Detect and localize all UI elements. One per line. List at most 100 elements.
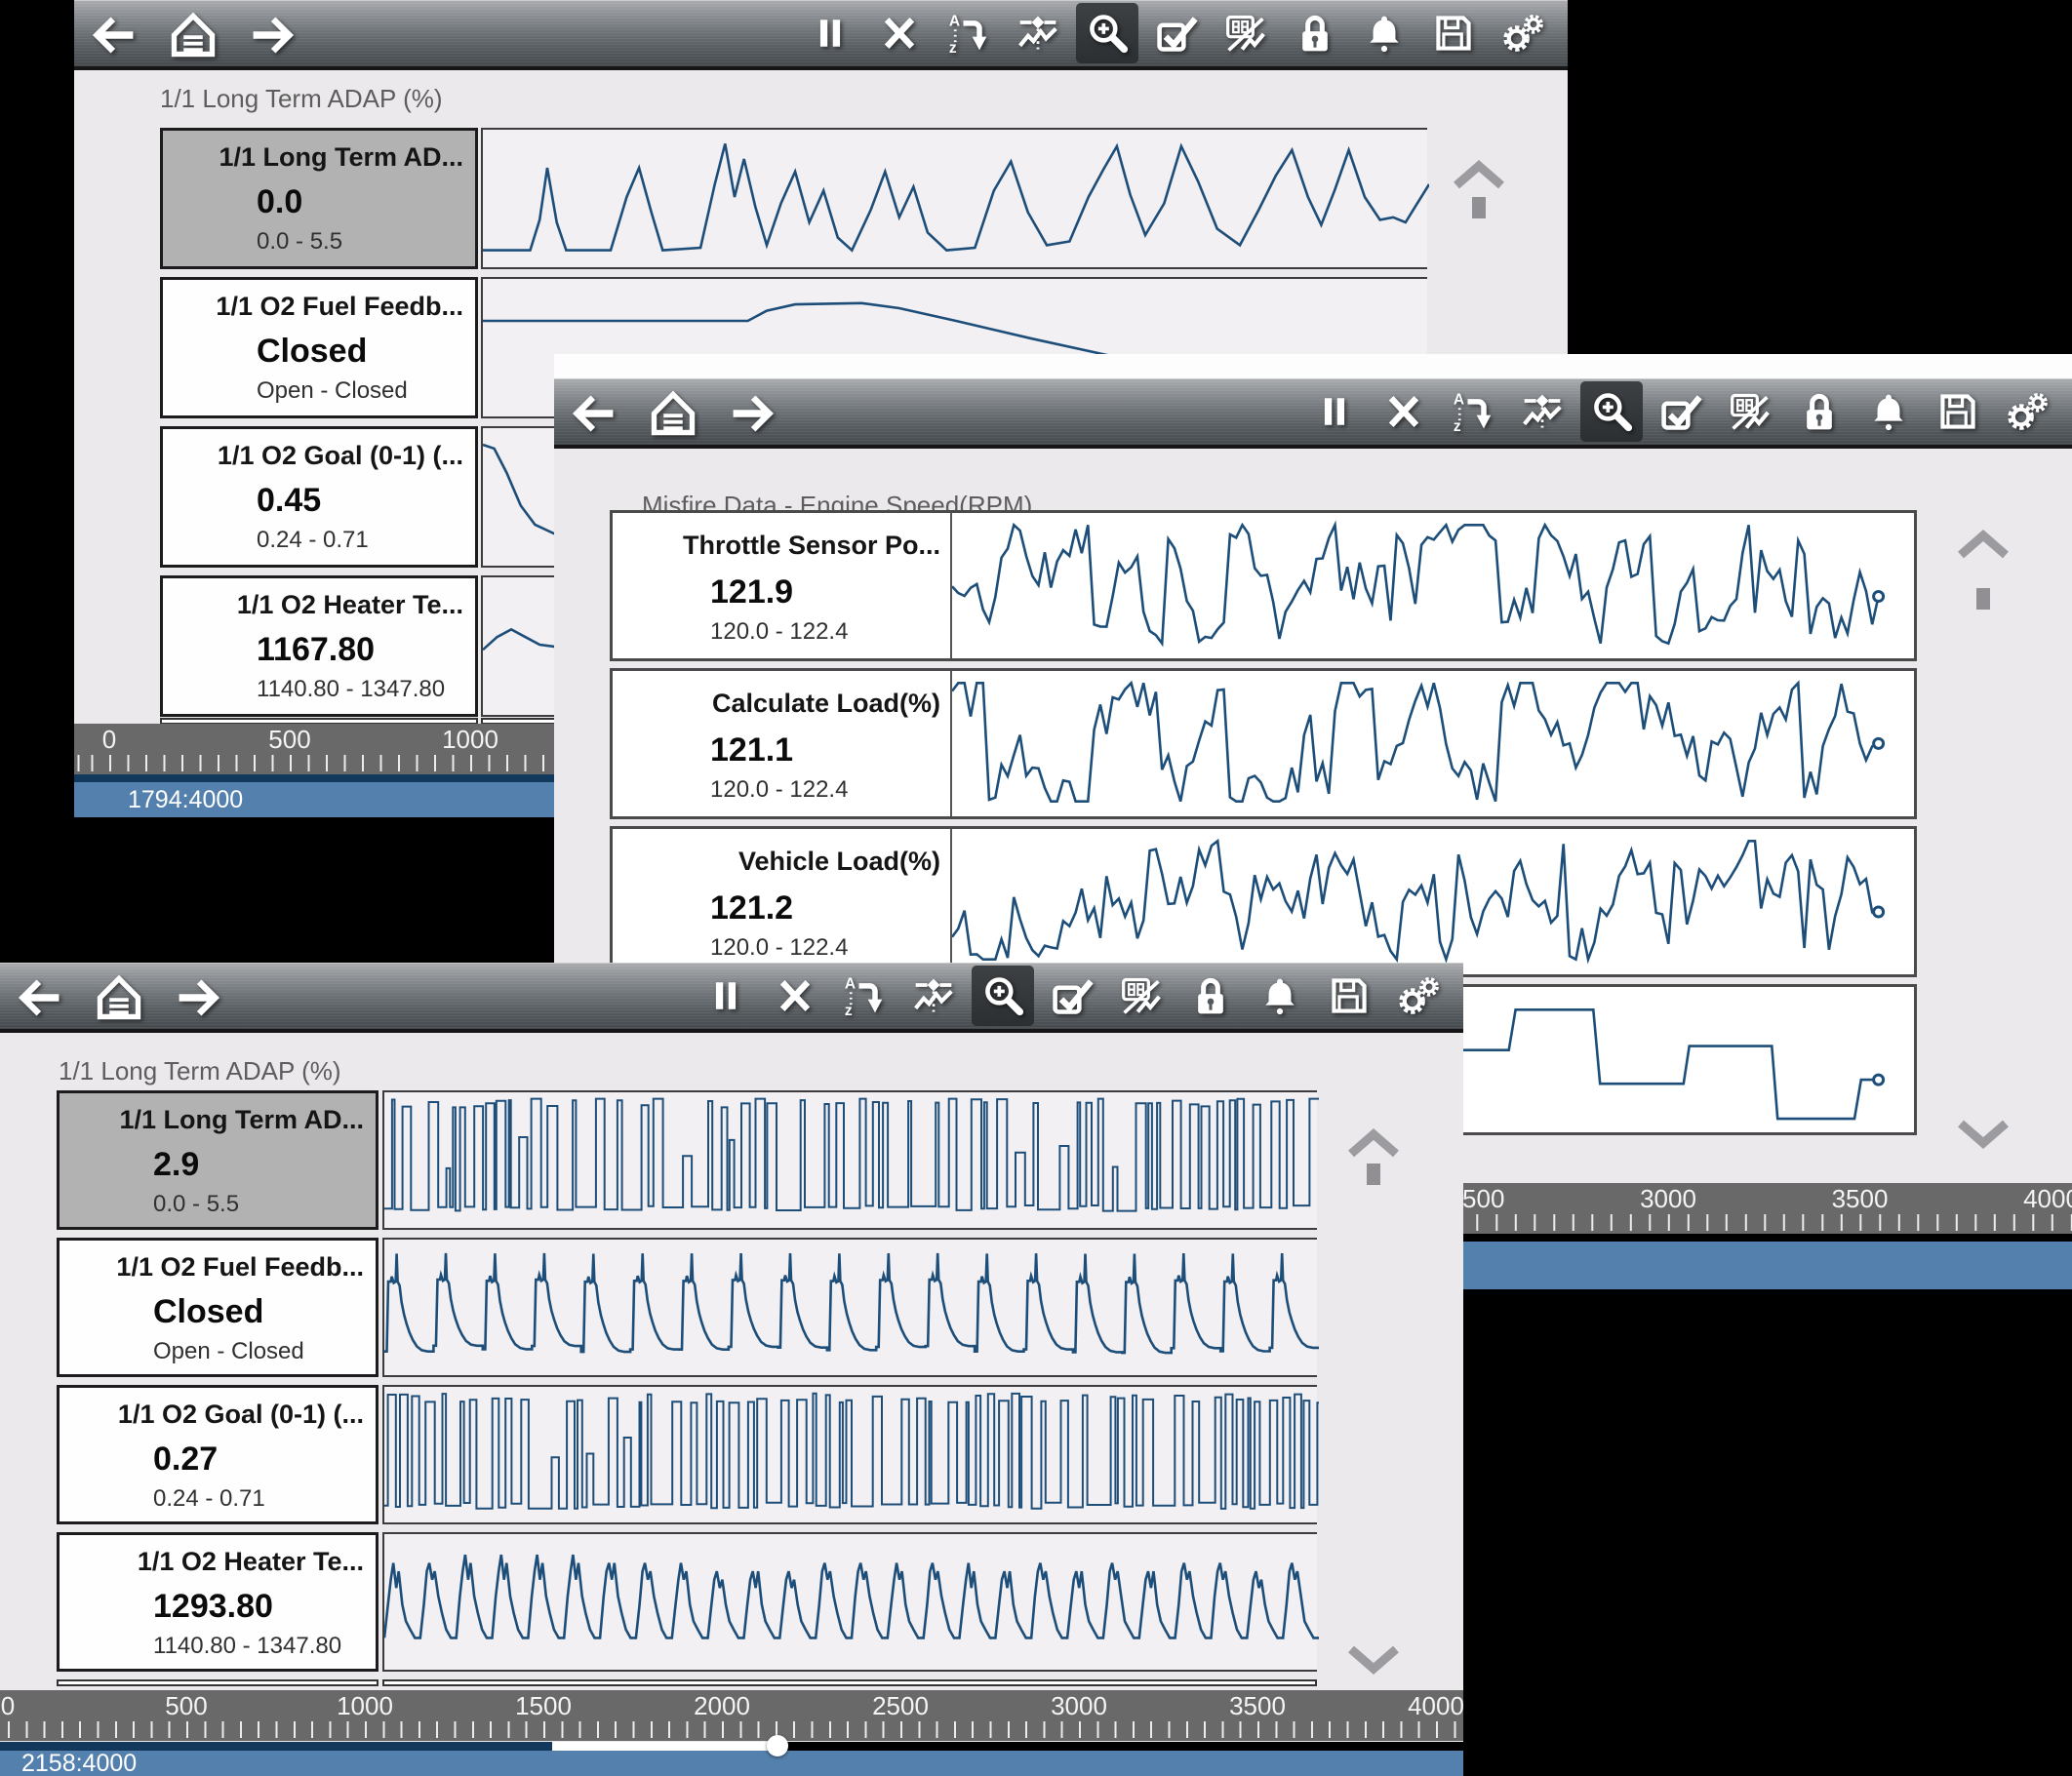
graph-cursor-icon	[1521, 390, 1564, 433]
toolbar-button-close[interactable]	[868, 3, 931, 63]
save-icon	[1432, 12, 1475, 55]
pid-tile[interactable]: 1/1 O2 Goal (0-1) (...0.270.24 - 0.71	[57, 1385, 379, 1524]
toolbar-button-zoom-in[interactable]	[1580, 381, 1643, 442]
pid-graph[interactable]	[952, 513, 1912, 658]
toolbar-button-forward[interactable]	[240, 5, 302, 65]
toolbar-button-graph-cursor[interactable]	[1511, 381, 1574, 442]
toolbar-button-graph-cursor[interactable]	[902, 966, 965, 1026]
toolbar-button-graph-cursor[interactable]	[1007, 3, 1069, 63]
toolbar-button-pause[interactable]	[695, 966, 757, 1026]
pid-tile[interactable]: 1/1 Long Term AD...2.90.0 - 5.5	[57, 1090, 379, 1230]
chevron-up-icon	[1346, 1128, 1401, 1158]
frame-scrollbar[interactable]: 2158:4000	[0, 1751, 1463, 1776]
tool-button-group	[1303, 381, 2058, 442]
pid-name: 1/1 O2 Heater Te...	[138, 1547, 364, 1577]
toolbar	[74, 0, 1568, 70]
toolbar-button-digital-display[interactable]	[1719, 381, 1781, 442]
sort-az-icon	[1452, 390, 1494, 433]
forward-icon	[246, 10, 297, 60]
scrub-handle[interactable]	[767, 1735, 788, 1756]
toolbar-button-pause[interactable]	[1303, 381, 1366, 442]
pid-tile[interactable]: 1/1 O2 Fuel Feedb...ClosedOpen - Closed	[160, 277, 478, 418]
pid-name: 1/1 O2 Fuel Feedb...	[116, 1252, 364, 1283]
pid-tile[interactable]: Calculate Load(%)121.1120.0 - 122.4	[613, 671, 950, 816]
toolbar-button-lock[interactable]	[1284, 3, 1346, 63]
toolbar-button-home[interactable]	[642, 383, 704, 444]
toolbar-button-pause[interactable]	[799, 3, 861, 63]
toolbar-button-back[interactable]	[10, 967, 72, 1028]
toolbar-button-zoom-in[interactable]	[972, 966, 1034, 1026]
scroll-indicator	[1367, 1164, 1380, 1185]
toolbar-button-home[interactable]	[88, 967, 150, 1028]
toolbar-button-bell[interactable]	[1249, 966, 1311, 1026]
toolbar-button-save[interactable]	[1318, 966, 1380, 1026]
pid-graph[interactable]	[952, 829, 1912, 974]
toolbar-button-sort-az[interactable]	[937, 3, 1000, 63]
pid-tile[interactable]: 1/1 O2 Heater Te...1167.801140.80 - 1347…	[160, 575, 478, 717]
toolbar-button-back[interactable]	[564, 383, 626, 444]
toolbar-button-bell[interactable]	[1353, 3, 1415, 63]
pid-graph[interactable]	[382, 1090, 1317, 1230]
toolbar-button-close[interactable]	[764, 966, 826, 1026]
pid-tile[interactable]: 1/1 O2 Heater Te...1293.801140.80 - 1347…	[57, 1532, 379, 1672]
pid-tile[interactable]: 1/1 Long Term AD...0.00.0 - 5.5	[160, 128, 478, 269]
toolbar-button-checkmark[interactable]	[1041, 966, 1103, 1026]
scrub-track-elapsed	[74, 774, 620, 782]
toolbar-button-back[interactable]	[84, 5, 146, 65]
pid-graph[interactable]	[382, 1238, 1317, 1377]
back-icon	[16, 972, 66, 1023]
ruler-label: 3500	[1229, 1691, 1286, 1721]
toolbar-button-checkmark[interactable]	[1650, 381, 1712, 442]
toolbar-button-settings[interactable]	[1387, 966, 1450, 1026]
pid-tile[interactable]: 1/1 O2 Goal (0-1) (...0.450.24 - 0.71	[160, 426, 478, 568]
pid-range: 0.24 - 0.71	[153, 1485, 265, 1513]
chevron-down-icon	[1346, 1645, 1401, 1675]
toolbar-button-digital-display[interactable]	[1215, 3, 1277, 63]
ruler-label: 2500	[872, 1691, 929, 1721]
digital-display-icon	[1224, 12, 1267, 55]
scroll-down-button[interactable]	[1956, 1120, 2011, 1149]
timeline-ruler[interactable]: 05001000150020002500300035004000	[0, 1690, 1463, 1741]
pid-graph[interactable]	[382, 1532, 1317, 1672]
scroll-down-button[interactable]	[1346, 1645, 1401, 1675]
pause-icon	[809, 12, 852, 55]
toolbar-button-digital-display[interactable]	[1110, 966, 1173, 1026]
toolbar-button-sort-az[interactable]	[1442, 381, 1504, 442]
toolbar-button-bell[interactable]	[1857, 381, 1920, 442]
pid-graph[interactable]	[481, 128, 1427, 269]
toolbar-button-home[interactable]	[162, 5, 224, 65]
pid-tile[interactable]: Throttle Sensor Po...121.9120.0 - 122.4	[613, 513, 950, 658]
pid-tile[interactable]: 1/1 O2 Fuel Feedb...ClosedOpen - Closed	[57, 1238, 379, 1377]
toolbar-button-lock[interactable]	[1179, 966, 1242, 1026]
toolbar-button-forward[interactable]	[166, 967, 228, 1028]
pid-value: Closed	[153, 1293, 263, 1331]
toolbar-button-forward[interactable]	[720, 383, 782, 444]
toolbar-button-settings[interactable]	[1996, 381, 2058, 442]
scrub-track[interactable]	[0, 1742, 1463, 1751]
chevron-up-icon	[1452, 160, 1506, 189]
toolbar-button-save[interactable]	[1422, 3, 1485, 63]
tool-button-group	[799, 3, 1554, 63]
nav-button-group	[84, 5, 302, 65]
toolbar-button-sort-az[interactable]	[833, 966, 896, 1026]
toolbar-button-settings[interactable]	[1492, 3, 1554, 63]
pid-graph[interactable]	[952, 671, 1912, 816]
ruler-ticks	[0, 1721, 1463, 1738]
toolbar-button-save[interactable]	[1927, 381, 1989, 442]
checkmark-icon	[1051, 974, 1094, 1017]
scroll-up-button[interactable]	[1452, 160, 1506, 189]
scroll-up-button[interactable]	[1346, 1128, 1401, 1158]
scroll-up-button[interactable]	[1956, 530, 2011, 559]
toolbar-button-lock[interactable]	[1788, 381, 1851, 442]
toolbar-button-checkmark[interactable]	[1145, 3, 1208, 63]
sort-az-icon	[843, 974, 886, 1017]
waveform	[384, 1387, 1319, 1520]
pid-name: 1/1 O2 Fuel Feedb...	[216, 292, 463, 322]
pid-graph[interactable]	[382, 1385, 1317, 1524]
pid-tile[interactable]: Vehicle Load(%)121.2120.0 - 122.4	[613, 829, 950, 974]
settings-icon	[1397, 974, 1440, 1017]
page-title: 1/1 Long Term ADAP (%)	[160, 84, 443, 114]
pid-row: Calculate Load(%)121.1120.0 - 122.4	[610, 668, 1917, 819]
toolbar-button-close[interactable]	[1373, 381, 1435, 442]
toolbar-button-zoom-in[interactable]	[1076, 3, 1138, 63]
